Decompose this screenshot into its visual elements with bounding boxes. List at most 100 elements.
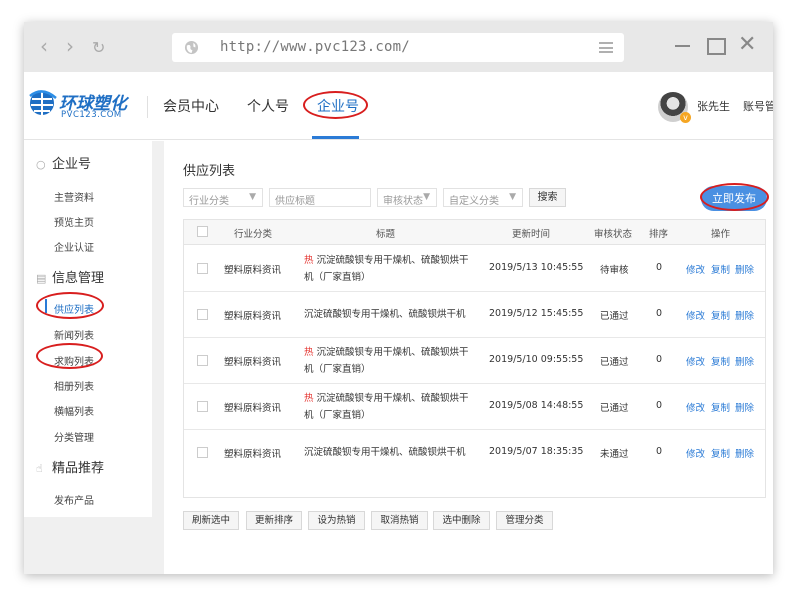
edit-link[interactable]: 修改	[686, 262, 705, 276]
maximize-icon[interactable]	[706, 36, 726, 55]
edit-link[interactable]: 修改	[686, 446, 705, 460]
row-updated-time: 2019/5/12 15:45:55	[489, 308, 584, 319]
globe-logo-icon	[29, 90, 57, 115]
sidebar-item-album-list[interactable]: 相册列表	[54, 378, 94, 393]
row-title[interactable]: 热沉淀硫酸钡专用干燥机、硫酸钡烘干机（厂家直销）	[304, 252, 470, 286]
sidebar-item-publish-product[interactable]: 发布产品	[54, 492, 94, 507]
row-title-text: 沉淀硫酸钡专用干燥机、硫酸钡烘干机（厂家直销）	[304, 393, 469, 421]
menu-icon[interactable]	[599, 42, 613, 53]
column-header-status: 审核状态	[594, 229, 633, 240]
row-checkbox[interactable]	[197, 447, 208, 458]
url-text[interactable]: http://www.pvc123.com/	[220, 39, 410, 55]
row-title-text: 沉淀硫酸钡专用干燥机、硫酸钡烘干机（厂家直销）	[304, 347, 469, 375]
sidebar-item-certification[interactable]: 企业认证	[54, 239, 94, 254]
globe-icon	[184, 40, 199, 55]
sidebar-item-category-management[interactable]: 分类管理	[54, 429, 94, 444]
row-title[interactable]: 热沉淀硫酸钡专用干燥机、硫酸钡烘干机（厂家直销）	[304, 390, 470, 424]
edit-link[interactable]: 修改	[686, 400, 705, 414]
sidebar-item-preview[interactable]: 预览主页	[54, 214, 94, 229]
delete-link[interactable]: 删除	[735, 308, 754, 322]
sidebar-item-supply-list[interactable]: 供应列表	[54, 301, 94, 316]
address-bar[interactable]: http://www.pvc123.com/	[172, 33, 624, 62]
row-status: 已通过	[600, 311, 629, 322]
delete-link[interactable]: 删除	[735, 354, 754, 368]
title-search-placeholder: 供应标题	[275, 196, 315, 207]
verified-badge-icon: v	[680, 112, 691, 123]
sidebar-item-banner-list[interactable]: 横幅列表	[54, 403, 94, 418]
sidebar-item-main-info[interactable]: 主营资料	[54, 189, 94, 204]
category-select-value: 行业分类	[189, 196, 229, 207]
table-row: 塑料原料资讯 热沉淀硫酸钡专用干燥机、硫酸钡烘干机（厂家直销） 2019/5/08 …	[184, 384, 765, 430]
select-all-checkbox[interactable]	[197, 226, 208, 237]
copy-link[interactable]: 复制	[711, 446, 730, 460]
cancel-hot-button[interactable]: 取消热销	[371, 511, 428, 530]
sidebar-group-label: 信息管理	[52, 271, 105, 286]
manage-category-button[interactable]: 管理分类	[496, 511, 553, 530]
row-title-text: 沉淀硫酸钡专用干燥机、硫酸钡烘干机	[304, 447, 466, 458]
edit-link[interactable]: 修改	[686, 308, 705, 322]
row-order: 0	[656, 400, 663, 411]
account-management-link[interactable]: 账号管	[743, 98, 773, 114]
delete-link[interactable]: 删除	[735, 446, 754, 460]
set-hot-button[interactable]: 设为热销	[308, 511, 365, 530]
search-button[interactable]: 搜索	[529, 188, 566, 207]
chevron-down-icon: ▼	[423, 192, 430, 202]
username[interactable]: 张先生	[697, 98, 730, 114]
table-header: 行业分类 标题 更新时间 审核状态 排序 操作	[184, 220, 765, 245]
minimize-icon[interactable]	[674, 36, 692, 54]
row-checkbox[interactable]	[197, 263, 208, 274]
row-checkbox[interactable]	[197, 401, 208, 412]
user-icon: ○	[36, 158, 46, 171]
browser-window: ‹ › ↻ http://www.pvc123.com/ ✕ 环球塑化 PVC1…	[24, 22, 773, 574]
active-tab-indicator	[312, 136, 359, 139]
row-title-text: 沉淀硫酸钡专用干燥机、硫酸钡烘干机	[304, 309, 466, 320]
row-category: 塑料原料资讯	[224, 449, 282, 460]
row-status: 待审核	[600, 265, 629, 276]
row-title[interactable]: 沉淀硫酸钡专用干燥机、硫酸钡烘干机	[304, 306, 470, 323]
delete-selected-button[interactable]: 选中删除	[433, 511, 490, 530]
status-select[interactable]: 审核状态 ▼	[377, 188, 437, 207]
row-status: 已通过	[600, 357, 629, 368]
copy-link[interactable]: 复制	[711, 354, 730, 368]
update-order-button[interactable]: 更新排序	[246, 511, 302, 530]
row-status: 已通过	[600, 403, 629, 414]
title-search-input[interactable]: 供应标题	[269, 188, 371, 207]
row-updated-time: 2019/5/08 14:48:55	[489, 400, 584, 411]
hot-tag: 热	[304, 255, 314, 266]
table-row: 塑料原料资讯 沉淀硫酸钡专用干燥机、硫酸钡烘干机 2019/5/12 15:45:5…	[184, 292, 765, 338]
nav-member-center[interactable]: 会员中心	[163, 96, 219, 116]
refresh-selected-button[interactable]: 刷新选中	[183, 511, 239, 530]
row-title[interactable]: 热沉淀硫酸钡专用干燥机、硫酸钡烘干机（厂家直销）	[304, 344, 470, 378]
row-checkbox[interactable]	[197, 355, 208, 366]
custom-category-select[interactable]: 自定义分类 ▼	[443, 188, 523, 207]
nav-personal[interactable]: 个人号	[247, 96, 289, 116]
row-category: 塑料原料资讯	[224, 265, 282, 276]
logo-subtext: PVC123.COM	[61, 110, 122, 120]
row-category: 塑料原料资讯	[224, 403, 282, 414]
reload-icon[interactable]: ↻	[92, 38, 105, 58]
row-checkbox[interactable]	[197, 309, 208, 320]
category-select[interactable]: 行业分类 ▼	[183, 188, 263, 207]
delete-link[interactable]: 删除	[735, 400, 754, 414]
close-icon[interactable]: ✕	[738, 34, 756, 56]
delete-link[interactable]: 删除	[735, 262, 754, 276]
column-header-category: 行业分类	[234, 229, 273, 240]
row-order: 0	[656, 308, 663, 319]
row-title[interactable]: 沉淀硫酸钡专用干燥机、硫酸钡烘干机	[304, 444, 470, 461]
site-logo[interactable]: 环球塑化 PVC123.COM	[28, 88, 158, 124]
copy-link[interactable]: 复制	[711, 400, 730, 414]
edit-link[interactable]: 修改	[686, 354, 705, 368]
supply-table: 行业分类 标题 更新时间 审核状态 排序 操作 塑料原料资讯热沉淀硫酸钡专用干燥…	[183, 219, 766, 498]
hot-tag: 热	[304, 347, 314, 358]
sidebar-item-purchase-list[interactable]: 求购列表	[54, 353, 94, 368]
sidebar-group-label: 企业号	[52, 157, 92, 172]
forward-icon[interactable]: ›	[66, 36, 74, 56]
table-row: 塑料原料资讯 沉淀硫酸钡专用干燥机、硫酸钡烘干机 2019/5/07 18:35:3…	[184, 430, 765, 476]
publish-now-button[interactable]: 立即发布	[701, 186, 767, 211]
back-icon[interactable]: ‹	[40, 36, 48, 56]
sidebar-item-news-list[interactable]: 新闻列表	[54, 327, 94, 342]
copy-link[interactable]: 复制	[711, 308, 730, 322]
nav-enterprise[interactable]: 企业号	[317, 96, 359, 116]
table-row: 塑料原料资讯 热沉淀硫酸钡专用干燥机、硫酸钡烘干机（厂家直销） 2019/5/13 …	[184, 246, 765, 292]
copy-link[interactable]: 复制	[711, 262, 730, 276]
